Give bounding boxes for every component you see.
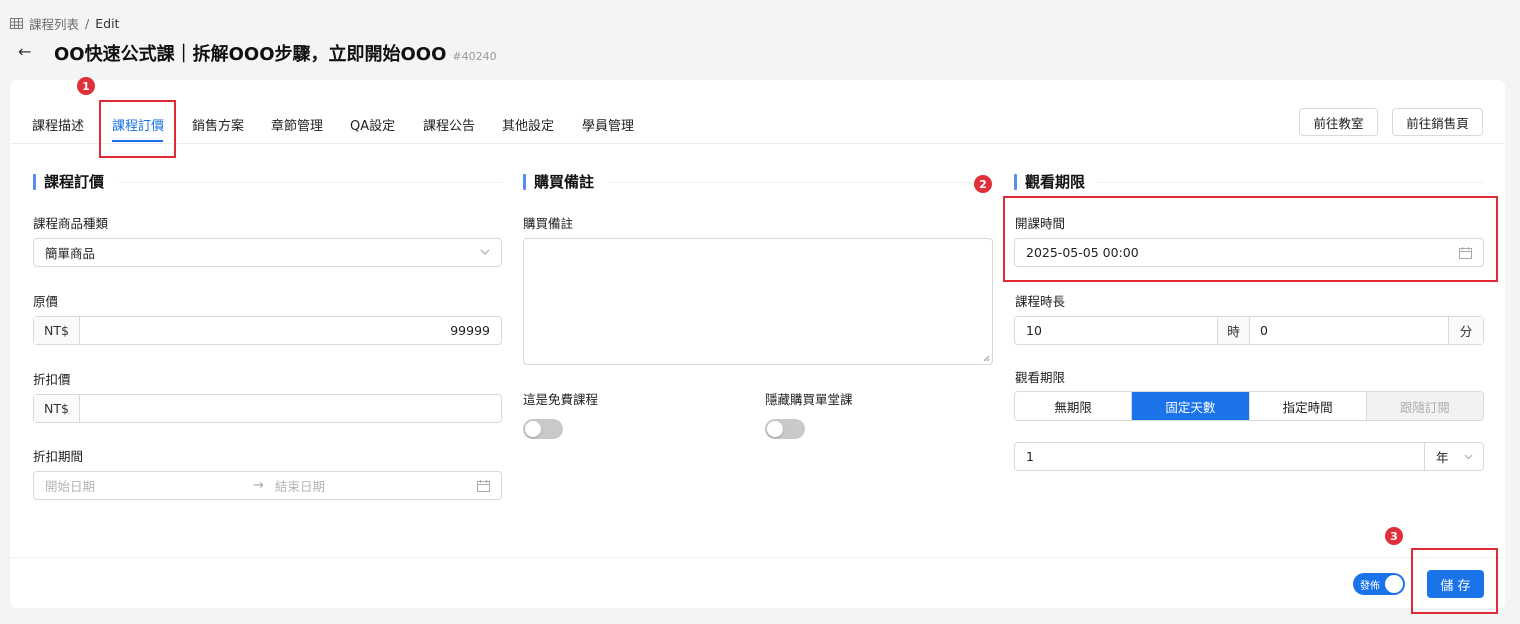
limit-unit-value: 年 [1436,450,1449,465]
tab-qa[interactable]: QA設定 [350,115,395,134]
purchase-note-textarea[interactable] [523,238,993,365]
section-divider [118,182,502,183]
pricing-section-title-text: 課程訂價 [44,173,105,191]
section-divider [608,182,993,183]
minutes-input[interactable]: 0 [1260,323,1268,338]
publish-label: 發佈 [1360,581,1380,592]
limit-option-fixed-days[interactable]: 固定天數 [1132,392,1250,420]
limit-unit-select[interactable]: 年 [1424,443,1483,470]
annotation-badge-1: 1 [77,77,95,95]
product-type-label: 課程商品種類 [33,216,109,231]
hours-input[interactable]: 10 [1026,323,1042,338]
original-price-input[interactable]: NT$ 99999 [33,316,502,345]
tab-description[interactable]: 課程描述 [32,115,84,134]
original-price-value: 99999 [450,323,490,338]
discount-period-label: 折扣期間 [33,449,84,464]
viewing-limit-segmented: 無期限 固定天數 指定時間 跟隨訂閱 [1014,391,1484,421]
annotation-badge-3: 3 [1385,527,1403,545]
tab-other-settings[interactable]: 其他設定 [502,115,554,134]
original-price-label: 原價 [33,294,59,309]
course-id: #40240 [452,50,497,63]
currency-addon: NT$ [34,395,80,422]
section-divider [1098,182,1483,183]
tab-chapters[interactable]: 章節管理 [271,115,323,134]
limit-option-specific-time[interactable]: 指定時間 [1249,392,1367,420]
viewing-limit-label: 觀看期限 [1015,370,1066,385]
viewing-section-title-text: 觀看期限 [1025,173,1086,191]
purchase-note-label: 購買備註 [523,216,574,231]
limit-option-follow-subscription: 跟隨訂閱 [1366,392,1483,420]
viewing-section-title: 觀看期限 [1014,171,1085,192]
go-to-classroom-button[interactable]: 前往教室 [1299,108,1378,136]
toggle-knob [525,421,541,437]
back-arrow-icon[interactable]: ← [18,42,31,61]
publish-toggle[interactable]: 發佈 [1353,573,1405,595]
course-title: OO快速公式課｜拆解OOO步驟，立即開始OOO [54,44,447,65]
tab-sales-plan[interactable]: 銷售方案 [192,115,244,134]
discount-period-range-picker[interactable]: 開始日期 → 結束日期 [33,471,502,500]
breadcrumb-current: Edit [95,16,120,31]
breadcrumb-separator: / [85,16,90,31]
chevron-down-icon [1464,454,1473,460]
annotation-box-2 [1003,196,1498,282]
product-type-value: 簡單商品 [45,246,96,261]
discount-price-label: 折扣價 [33,372,71,387]
hours-unit: 時 [1217,317,1250,344]
page-title: OO快速公式課｜拆解OOO步驟，立即開始OOO #40240 [54,40,497,66]
annotation-box-1 [99,100,176,158]
end-date-input[interactable]: 結束日期 [275,476,325,495]
purchase-note-section-title: 購買備註 [523,171,594,192]
start-date-input[interactable]: 開始日期 [45,476,95,495]
toggle-knob [1385,575,1403,593]
free-course-label: 這是免費課程 [523,392,599,407]
tab-announcements[interactable]: 課程公告 [423,115,475,134]
duration-group: 10 時 0 分 [1014,316,1484,345]
chevron-down-icon [480,249,490,255]
resize-handle-icon[interactable] [983,355,990,362]
go-to-sales-page-button[interactable]: 前往銷售頁 [1392,108,1483,136]
limit-option-unlimited[interactable]: 無期限 [1015,392,1133,420]
discount-price-input[interactable]: NT$ [33,394,502,423]
toggle-knob [767,421,783,437]
calendar-icon [477,480,490,492]
hide-single-purchase-toggle[interactable] [765,419,805,439]
duration-label: 課程時長 [1015,294,1066,309]
tab-students[interactable]: 學員管理 [582,115,634,134]
table-icon [10,18,23,29]
breadcrumb: 課程列表 / Edit [10,14,119,33]
minutes-unit: 分 [1448,317,1483,344]
breadcrumb-root-link[interactable]: 課程列表 [29,14,79,33]
currency-addon: NT$ [34,317,80,344]
pricing-section-title: 課程訂價 [33,171,104,192]
tab-bar: 課程描述 課程訂價 銷售方案 章節管理 QA設定 課程公告 其他設定 學員管理 [10,100,1505,144]
footer-divider [10,557,1505,558]
range-arrow-icon: → [253,478,264,493]
annotation-box-3 [1411,548,1498,614]
limit-amount-group: 1 年 [1014,442,1484,471]
free-course-toggle[interactable] [523,419,563,439]
purchase-note-section-title-text: 購買備註 [534,173,595,191]
hide-single-purchase-label: 隱藏購買單堂課 [765,392,853,407]
limit-amount-input[interactable]: 1 [1026,449,1034,464]
product-type-select[interactable]: 簡單商品 [33,238,502,267]
annotation-badge-2: 2 [974,175,992,193]
